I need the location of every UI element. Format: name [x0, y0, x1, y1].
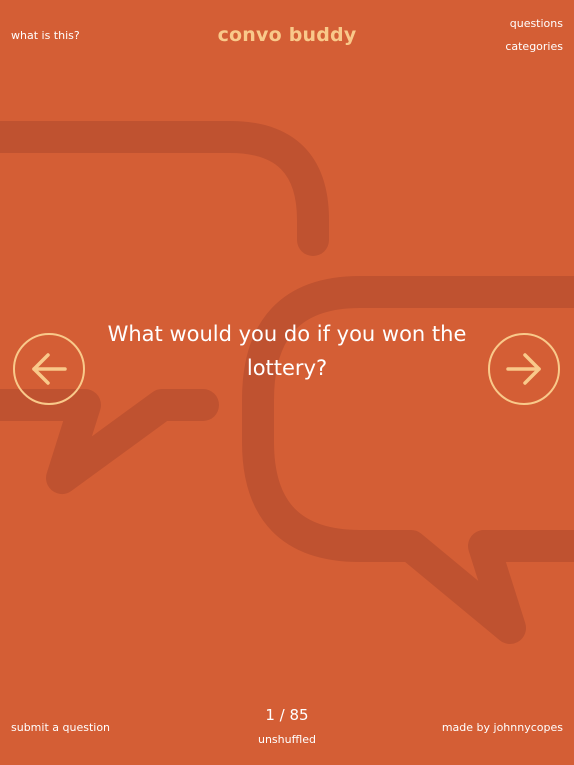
categories-link[interactable]: categories: [505, 40, 563, 53]
questions-link[interactable]: questions: [510, 17, 563, 30]
arrow-right-icon: [506, 353, 541, 385]
made-by-link[interactable]: made by johnnycopes: [442, 721, 563, 734]
previous-question-button[interactable]: [13, 333, 85, 405]
question-text: What would you do if you won the lottery…: [107, 322, 467, 380]
shuffle-toggle[interactable]: unshuffled: [0, 733, 574, 746]
arrow-left-icon: [32, 353, 67, 385]
next-question-button[interactable]: [488, 333, 560, 405]
app-title[interactable]: convo buddy: [0, 24, 574, 46]
